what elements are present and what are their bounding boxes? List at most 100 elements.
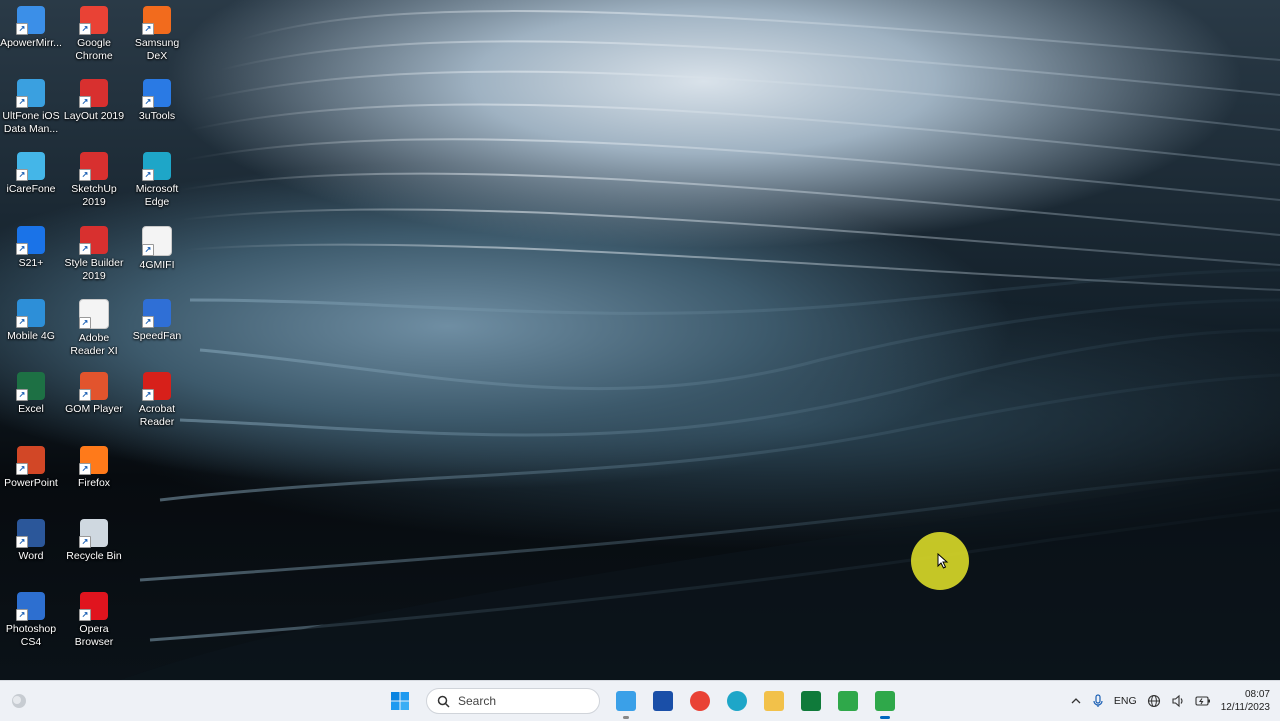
desktop-icon[interactable]: ↗ Recycle Bin <box>63 515 125 563</box>
file-icon: ↗ <box>79 299 109 329</box>
edge-taskbar-button[interactable] <box>721 685 753 717</box>
desktop-icon[interactable]: ↗ Photoshop CS4 <box>0 588 62 649</box>
desktop-icon-label: Photoshop CS4 <box>5 623 57 648</box>
shortcut-arrow-icon: ↗ <box>16 316 28 328</box>
desktop-icon[interactable]: ↗ iCareFone <box>0 148 62 196</box>
shortcut-arrow-icon: ↗ <box>142 389 154 401</box>
desktop-icon[interactable]: ↗ UltFone iOS Data Man... <box>0 75 62 136</box>
samsung-dex-icon: ↗ <box>142 6 171 35</box>
app-green-taskbar-button[interactable] <box>795 685 827 717</box>
search-icon <box>437 695 450 708</box>
desktop-icon[interactable]: ↗ Acrobat Reader <box>126 368 188 429</box>
shortcut-arrow-icon: ↗ <box>79 317 91 329</box>
shortcut-arrow-icon: ↗ <box>79 23 91 35</box>
shortcut-arrow-icon: ↗ <box>79 536 91 548</box>
desktop-icon-label: Acrobat Reader <box>138 403 176 428</box>
camtasia-taskbar-icon <box>838 691 858 711</box>
notepad-taskbar-button[interactable] <box>610 685 642 719</box>
file-explorer-taskbar-button[interactable] <box>758 685 790 717</box>
desktop-icon-label: Excel <box>18 403 44 415</box>
desktop-icon[interactable]: ↗ SpeedFan <box>126 295 188 343</box>
desktop-icon-label: 4GMIFI <box>139 259 175 271</box>
desktop-icon[interactable]: ↗ 4GMIFI <box>126 222 188 272</box>
desktop-icon[interactable]: ↗ PowerPoint <box>0 442 62 490</box>
desktop-icon[interactable]: ↗ ApowerMirr... <box>0 2 62 50</box>
desktop-icon[interactable]: ↗ Google Chrome <box>63 2 125 63</box>
desktop-icon[interactable]: ↗ Style Builder 2019 <box>63 222 125 283</box>
desktop-icon-label: iCareFone <box>6 183 56 195</box>
edge-icon: ↗ <box>142 152 171 181</box>
camtasia-taskbar-button[interactable] <box>832 685 864 717</box>
acrobat-icon: ↗ <box>142 372 171 401</box>
language-indicator[interactable]: ENG <box>1114 695 1137 707</box>
style-builder-icon: ↗ <box>79 226 108 255</box>
microphone-icon[interactable] <box>1092 694 1104 708</box>
speedfan-icon: ↗ <box>142 299 171 328</box>
file-icon: ↗ <box>142 226 172 256</box>
network-globe-icon[interactable] <box>1147 694 1161 708</box>
shortcut-arrow-icon: ↗ <box>16 463 28 475</box>
battery-icon[interactable] <box>1195 694 1211 708</box>
volume-icon[interactable] <box>1171 694 1185 708</box>
opera-icon: ↗ <box>79 592 108 621</box>
taskbar: Search ENG 08:07 12/11/2023 <box>0 680 1280 721</box>
shortcut-arrow-icon: ↗ <box>79 96 91 108</box>
desktop-icon[interactable]: ↗ Adobe Reader XI <box>63 295 125 358</box>
taskbar-search-box[interactable]: Search <box>426 688 600 714</box>
store-taskbar-button[interactable] <box>647 685 679 717</box>
desktop-icon[interactable]: ↗ SketchUp 2019 <box>63 148 125 209</box>
chrome-taskbar-button[interactable] <box>684 685 716 717</box>
desktop-icon[interactable]: ↗ Word <box>0 515 62 563</box>
powerpoint-icon: ↗ <box>16 446 45 475</box>
globe-icon: ↗ <box>16 299 45 328</box>
apowermirror-icon: ↗ <box>16 6 45 35</box>
desktop-icon-label: PowerPoint <box>4 477 58 489</box>
desktop-icon[interactable]: ↗ Firefox <box>63 442 125 490</box>
desktop-icon[interactable]: ↗ Microsoft Edge <box>126 148 188 209</box>
desktop-icon-label: Firefox <box>77 477 111 489</box>
desktop-icon[interactable]: ↗ LayOut 2019 <box>63 75 125 123</box>
desktop-icon-label: 3uTools <box>138 110 176 122</box>
chevron-up-icon[interactable] <box>1070 695 1082 707</box>
taskbar-center: Search <box>384 685 901 719</box>
desktop-icon-label: ApowerMirr... <box>0 37 62 49</box>
desktop-icon-label: Recycle Bin <box>66 550 122 562</box>
desktop-icon-label: Samsung DeX <box>134 37 180 62</box>
desktop-icon[interactable]: ↗ GOM Player <box>63 368 125 416</box>
ultfone-icon: ↗ <box>16 79 45 108</box>
weather-icon <box>12 694 26 708</box>
layout-icon: ↗ <box>79 79 108 108</box>
desktop-icon-label: Word <box>18 550 44 562</box>
store-taskbar-icon <box>653 691 673 711</box>
shortcut-arrow-icon: ↗ <box>79 463 91 475</box>
desktop-icon-label: Mobile 4G <box>7 330 55 342</box>
clock-time: 08:07 <box>1244 689 1270 700</box>
3utools-icon: ↗ <box>142 79 171 108</box>
camtasia-recorder-taskbar-icon <box>875 691 895 711</box>
wallpaper-waves <box>120 10 1280 680</box>
start-button[interactable] <box>384 685 416 717</box>
desktop-icon-label: Microsoft Edge <box>135 183 179 208</box>
photoshop-icon: ↗ <box>16 592 45 621</box>
icarefone-icon: ↗ <box>16 152 45 181</box>
taskbar-pinned-apps <box>610 685 901 719</box>
shortcut-arrow-icon: ↗ <box>16 243 28 255</box>
desktop-icon[interactable]: ↗ 3uTools <box>126 75 188 123</box>
chrome-icon: ↗ <box>79 6 108 35</box>
shortcut-arrow-icon: ↗ <box>142 316 154 328</box>
shortcut-arrow-icon: ↗ <box>142 23 154 35</box>
clock-date: 12/11/2023 <box>1220 702 1270 713</box>
desktop-icon[interactable]: ↗ Opera Browser <box>63 588 125 649</box>
clock[interactable]: 08:07 12/11/2023 <box>1221 688 1270 714</box>
desktop-icon[interactable]: ↗ Mobile 4G <box>0 295 62 343</box>
system-tray: ENG 08:07 12/11/2023 <box>1070 681 1270 721</box>
shortcut-arrow-icon: ↗ <box>142 169 154 181</box>
camtasia-recorder-taskbar-button[interactable] <box>869 685 901 719</box>
widgets-button[interactable] <box>10 692 28 710</box>
desktop-icon-label: Style Builder 2019 <box>64 257 124 282</box>
desktop-icon[interactable]: ↗ Samsung DeX <box>126 2 188 63</box>
desktop-icon[interactable]: ↗ Excel <box>0 368 62 416</box>
notepad-taskbar-icon <box>616 691 636 711</box>
desktop-icon[interactable]: ↗ S21+ <box>0 222 62 270</box>
shortcut-arrow-icon: ↗ <box>79 609 91 621</box>
